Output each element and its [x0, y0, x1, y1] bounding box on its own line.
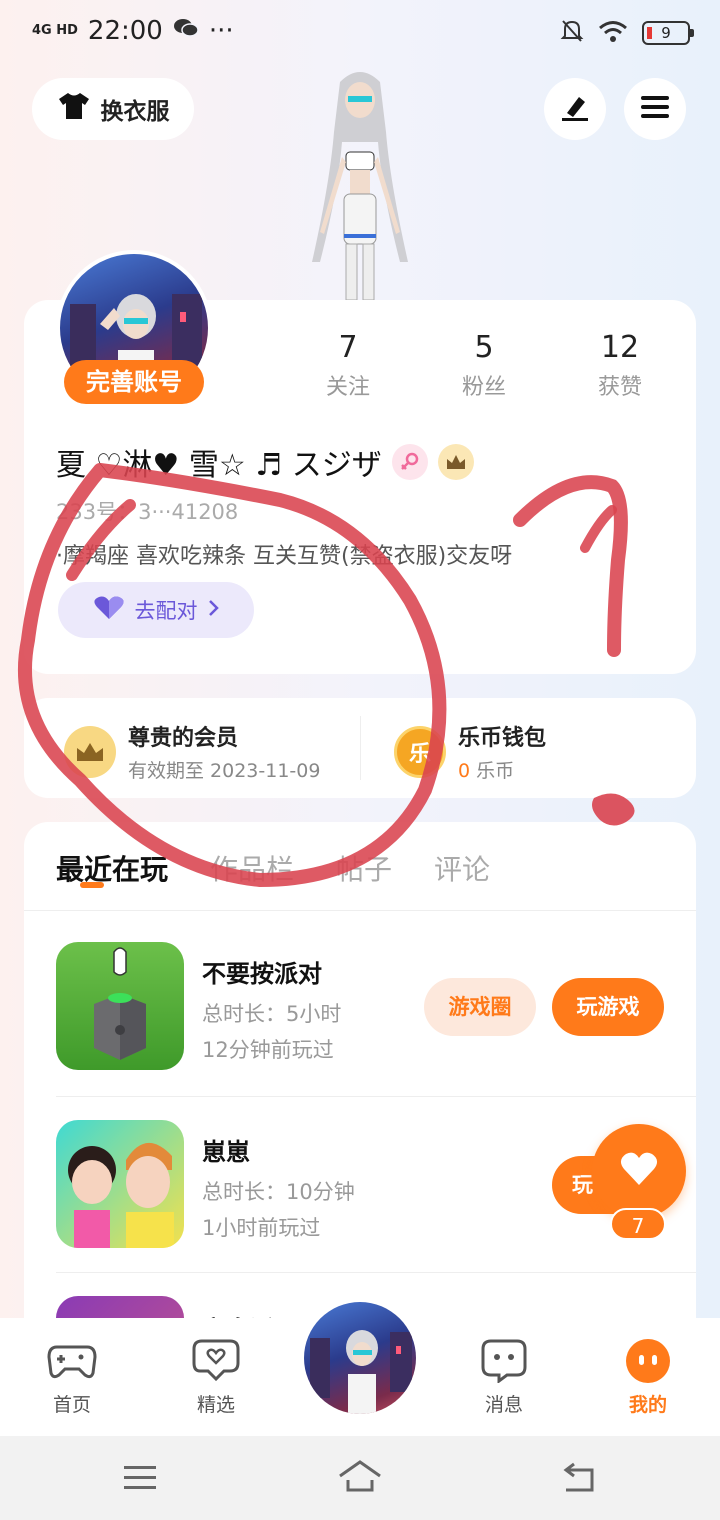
hamburger-icon: [639, 93, 671, 125]
likes-label: 获赞: [597, 375, 642, 400]
avatar-3d-figure[interactable]: [290, 62, 430, 302]
row-divider: [56, 1096, 696, 1097]
mute-bell-icon: [560, 18, 584, 48]
home-icon[interactable]: [336, 1458, 384, 1498]
status-left: 4G HD 22:00 ···: [32, 16, 234, 46]
divider: [360, 716, 361, 780]
nav-featured-label: 精选: [196, 1394, 235, 1416]
network-indicator: 4G HD: [32, 23, 78, 38]
wifi-icon: [598, 19, 628, 47]
following-count: 7: [338, 330, 358, 365]
game-circle-button[interactable]: 游戏圈: [424, 978, 536, 1036]
battery-indicator: 9: [642, 21, 694, 45]
tab-posts[interactable]: 帖子: [336, 848, 392, 888]
gamepad-icon: [22, 1338, 122, 1384]
user-id: 233号：3···41208: [56, 500, 239, 524]
nav-home-label: 首页: [52, 1394, 91, 1416]
game-icon-zaizai: [56, 1120, 184, 1248]
tabs-divider: [24, 910, 696, 911]
vip-expiry: 有效期至 2023-11-09: [128, 760, 321, 782]
nav-featured[interactable]: 精选: [166, 1338, 266, 1417]
nav-me[interactable]: 我的: [598, 1338, 698, 1417]
game-duration: 总时长：10分钟: [202, 1180, 355, 1204]
coin-icon: 乐: [394, 725, 446, 778]
pen-icon: [559, 91, 591, 127]
heart-icon: [93, 595, 125, 626]
game-duration: 总时长：5小时: [202, 1002, 342, 1026]
fans-stat[interactable]: 5 粉丝: [434, 330, 534, 401]
heart-icon: [619, 1151, 659, 1191]
fans-label: 粉丝: [461, 375, 506, 400]
row-divider: [56, 1272, 696, 1273]
floating-like-button[interactable]: [592, 1124, 686, 1218]
more-notifications: ···: [208, 16, 234, 46]
coin-unit: 乐币: [476, 760, 515, 782]
menu-button[interactable]: [624, 78, 686, 140]
crown-icon: [64, 725, 116, 778]
game-row[interactable]: 不要按派对 总时长：5小时 12分钟前玩过 游戏圈 玩游戏: [56, 942, 696, 1072]
coin-wallet-entry[interactable]: 乐 乐币钱包 0 乐币: [394, 720, 546, 783]
tab-recent-played[interactable]: 最近在玩: [56, 848, 168, 888]
activity-tabs: 最近在玩 作品栏 帖子 评论: [56, 848, 490, 888]
coin-wallet-text: 乐币钱包 0 乐币: [458, 720, 546, 783]
vip-member-text: 尊贵的会员 有效期至 2023-11-09: [128, 720, 320, 783]
complete-account-button[interactable]: 完善账号: [64, 360, 204, 404]
coin-amount: 0: [458, 760, 471, 782]
play-game-button[interactable]: 玩游戏: [552, 978, 664, 1036]
game-last-played: 12分钟前玩过: [202, 1038, 334, 1062]
game-title: 不要按派对: [202, 960, 322, 988]
vip-wallet-card: 尊贵的会员 有效期至 2023-11-09 乐 乐币钱包 0 乐币: [24, 698, 696, 798]
vip-crown-icon: [437, 444, 474, 480]
nickname-row: 夏 ♡淋♥ 雪☆ ♬ スジザ: [56, 440, 474, 484]
likes-stat[interactable]: 12 获赞: [570, 330, 670, 401]
likes-count: 12: [600, 330, 640, 365]
face-icon: [598, 1338, 698, 1384]
nav-messages-label: 消息: [484, 1394, 523, 1416]
chevron-right-icon: [208, 598, 220, 622]
tab-comments[interactable]: 评论: [434, 848, 490, 888]
system-nav-bar: [0, 1436, 720, 1520]
nav-home[interactable]: 首页: [22, 1338, 122, 1417]
coin-balance: 0 乐币: [458, 756, 546, 783]
heart-bubble-icon: [166, 1338, 266, 1384]
nav-avatar-button[interactable]: [304, 1302, 416, 1414]
coin-wallet-title: 乐币钱包: [458, 726, 547, 751]
nav-me-label: 我的: [628, 1394, 667, 1416]
floating-like-count: 7: [610, 1208, 666, 1240]
nickname: 夏 ♡淋♥ 雪☆ ♬ スジザ: [56, 448, 382, 483]
tab-works[interactable]: 作品栏: [210, 848, 294, 888]
change-outfit-button[interactable]: 换衣服: [32, 78, 194, 140]
recent-apps-icon[interactable]: [120, 1462, 160, 1498]
status-bar: 4G HD 22:00 ··· 9: [0, 0, 720, 64]
female-gender-icon: [391, 444, 428, 480]
following-stat[interactable]: 7 关注: [298, 330, 398, 401]
back-icon[interactable]: [560, 1460, 600, 1498]
wechat-icon: [173, 16, 199, 46]
game-last-played: 1小时前玩过: [202, 1216, 321, 1240]
vip-member-entry[interactable]: 尊贵的会员 有效期至 2023-11-09: [64, 720, 320, 783]
edit-profile-button[interactable]: [544, 78, 606, 140]
game-title: 崽崽: [202, 1138, 250, 1166]
active-tab-indicator: [80, 882, 104, 888]
nav-messages[interactable]: 消息: [454, 1338, 554, 1417]
game-icon-dont-press: [56, 942, 184, 1070]
vip-member-title: 尊贵的会员: [128, 726, 239, 751]
status-right: 9: [560, 18, 694, 48]
change-outfit-label: 换衣服: [100, 99, 170, 125]
chat-icon: [454, 1338, 554, 1384]
bio: ·摩羯座 喜欢吃辣条 互关互赞(禁盗衣服)交友呀: [56, 544, 513, 569]
go-match-button[interactable]: 去配对: [58, 582, 254, 638]
tshirt-icon: [57, 91, 91, 127]
clock: 22:00: [87, 16, 163, 46]
following-label: 关注: [325, 375, 370, 400]
fans-count: 5: [474, 330, 494, 365]
go-match-label: 去配对: [134, 599, 198, 623]
